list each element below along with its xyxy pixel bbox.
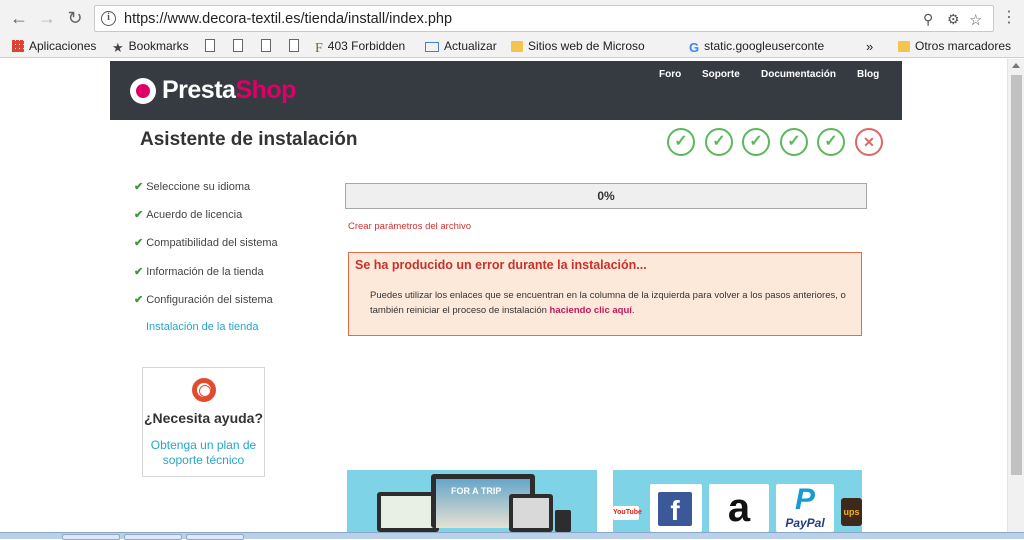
- paypal-logo: P PayPal: [776, 484, 834, 532]
- install-progress-bar: 0%: [345, 183, 867, 209]
- star-icon: ★: [112, 40, 124, 55]
- page-icon: [233, 39, 243, 52]
- reload-icon[interactable]: ↻: [64, 7, 86, 29]
- scroll-thumb[interactable]: [1011, 75, 1022, 475]
- step-indicator-3-check-icon: ✓: [742, 128, 770, 156]
- progress-status-text: Crear parámetros del archivo: [348, 221, 472, 232]
- scroll-up-icon[interactable]: [1012, 63, 1020, 68]
- error-message: Puedes utilizar los enlaces que se encue…: [370, 290, 846, 316]
- prestashop-logo-icon[interactable]: [130, 78, 156, 104]
- youtube-logo: YouTube: [613, 506, 642, 520]
- step-store-install: Instalación de la tienda: [146, 321, 259, 333]
- bookmark-page-2[interactable]: [233, 39, 248, 53]
- pin-icon[interactable]: ⚙: [947, 11, 960, 28]
- overflow-chevron-icon: »: [866, 39, 874, 54]
- help-box: ¿Necesita ayuda? Obtenga un plan de sopo…: [142, 367, 265, 477]
- page-icon: [289, 39, 299, 52]
- step-system-config[interactable]: ✔ Configuración del sistema: [134, 293, 273, 306]
- tablet-image-2: [509, 494, 553, 532]
- bookmark-page-4[interactable]: [289, 39, 304, 53]
- check-icon: ✔: [134, 266, 144, 278]
- support-plan-link[interactable]: Obtenga un plan de soporte técnico: [143, 438, 264, 468]
- check-icon: ✔: [134, 237, 144, 249]
- step-indicator-2-check-icon: ✓: [705, 128, 733, 156]
- nav-documentacion[interactable]: Documentación: [761, 69, 836, 80]
- nav-blog[interactable]: Blog: [857, 69, 879, 80]
- check-icon: ✔: [134, 181, 144, 193]
- forward-arrow-icon[interactable]: →: [36, 7, 58, 29]
- site-info-icon[interactable]: i: [101, 11, 116, 26]
- zoom-icon[interactable]: ⚲: [923, 11, 933, 28]
- step-select-language[interactable]: ✔ Seleccione su idioma: [134, 180, 250, 193]
- step-indicator-4-check-icon: ✓: [780, 128, 808, 156]
- bookmark-other-folder[interactable]: Otros marcadores: [898, 39, 1011, 53]
- laptop-screen-text: FOR A TRIP: [451, 486, 502, 496]
- nav-foro[interactable]: Foro: [659, 69, 681, 80]
- step-indicator-6-error-icon: ✕: [855, 128, 883, 156]
- themes-promo-banner[interactable]: FOR A TRIP: [347, 470, 597, 532]
- restart-install-link[interactable]: haciendo clic aquí: [550, 305, 632, 316]
- taskbar-item-3[interactable]: [186, 534, 244, 540]
- page-icon: [205, 39, 215, 52]
- paypal-p-icon: P: [794, 483, 815, 516]
- url-text[interactable]: https://www.decora-textil.es/tienda/inst…: [124, 11, 452, 27]
- f-favicon-icon: F: [315, 41, 323, 56]
- page-title: Asistente de instalación: [140, 129, 358, 150]
- browser-toolbar: ← → ↻ i https://www.decora-textil.es/tie…: [0, 0, 1024, 36]
- vertical-scrollbar[interactable]: [1007, 59, 1024, 532]
- facebook-logo: f: [650, 484, 702, 532]
- bookmarks-bar: Aplicaciones ★ Bookmarks F 403 Forbidden A…: [0, 36, 1024, 58]
- prestashop-logo-text[interactable]: PrestaShop: [162, 76, 296, 105]
- bookmark-bookmarks[interactable]: ★ Bookmarks: [112, 39, 189, 56]
- step-license[interactable]: ✔ Acuerdo de licencia: [134, 208, 242, 221]
- amazon-logo: a: [709, 484, 769, 532]
- bookmark-apps[interactable]: Aplicaciones: [12, 39, 96, 53]
- facebook-f-icon: f: [658, 492, 692, 526]
- bookmark-page-1[interactable]: [205, 39, 220, 53]
- bookmarks-overflow-button[interactable]: »: [866, 39, 873, 54]
- left-gutter: [0, 59, 110, 532]
- progress-label: 0%: [597, 189, 615, 203]
- apps-grid-icon: [12, 40, 24, 52]
- nav-soporte[interactable]: Soporte: [702, 69, 740, 80]
- error-title: Se ha producido un error durante la inst…: [355, 258, 647, 272]
- ups-logo: ups: [841, 498, 862, 526]
- step-store-info[interactable]: ✔ Información de la tienda: [134, 265, 264, 278]
- prestashop-header: PrestaShop Foro Soporte Documentación Bl…: [110, 61, 902, 120]
- os-taskbar: [0, 532, 1024, 540]
- taskbar-item-1[interactable]: [62, 534, 120, 540]
- phone-image: [555, 510, 571, 532]
- folder-icon: [511, 41, 523, 52]
- bookmark-googleusercontent[interactable]: Gstatic.googleuserconte: [689, 39, 824, 55]
- folder-icon: [898, 41, 910, 52]
- bookmark-actualizar[interactable]: Actualizar: [425, 39, 497, 53]
- page-icon: [261, 39, 271, 52]
- step-indicator-1-check-icon: ✓: [667, 128, 695, 156]
- address-bar[interactable]: i https://www.decora-textil.es/tienda/in…: [94, 5, 994, 32]
- help-title: ¿Necesita ayuda?: [143, 410, 264, 426]
- back-arrow-icon[interactable]: ←: [8, 7, 30, 29]
- step-indicator-5-check-icon: ✓: [817, 128, 845, 156]
- bookmark-star-icon[interactable]: ☆: [969, 11, 982, 29]
- taskbar-item-2[interactable]: [124, 534, 182, 540]
- bookmark-403[interactable]: F 403 Forbidden: [315, 39, 405, 57]
- page-viewport: PrestaShop Foro Soporte Documentación Bl…: [0, 59, 1024, 532]
- tablet-image: [377, 492, 439, 532]
- bookmark-page-3[interactable]: [261, 39, 276, 53]
- check-icon: ✔: [134, 209, 144, 221]
- menu-dots-icon[interactable]: ⋮: [998, 7, 1020, 29]
- check-icon: ✔: [134, 294, 144, 306]
- step-compatibility[interactable]: ✔ Compatibilidad del sistema: [134, 236, 278, 249]
- payments-promo-banner[interactable]: YouTube f a P PayPal ups: [613, 470, 862, 532]
- bookmark-microsoft-folder[interactable]: Sitios web de Microso: [511, 39, 645, 53]
- lifebuoy-icon: [192, 378, 216, 402]
- mail-icon: [425, 42, 439, 52]
- install-error-alert: Se ha producido un error durante la inst…: [348, 252, 862, 336]
- google-icon: G: [689, 40, 700, 55]
